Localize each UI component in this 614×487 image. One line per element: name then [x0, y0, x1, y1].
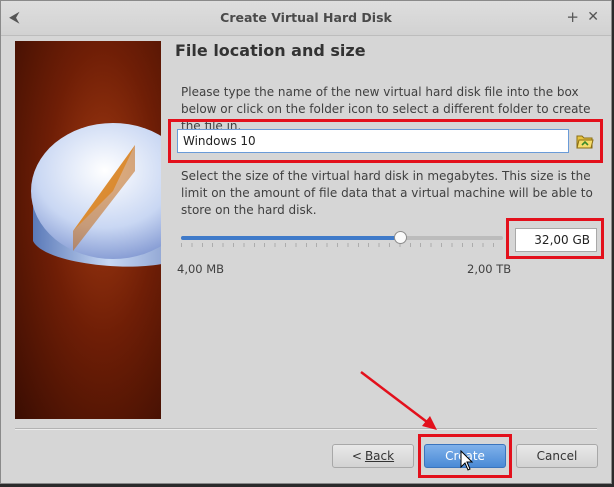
file-location-description: Please type the name of the new virtual …: [181, 85, 591, 133]
create-virtual-hard-disk-dialog: ⮜ Create Virtual Hard Disk + ✕ File loca…: [0, 0, 612, 484]
back-button[interactable]: < Back: [332, 444, 414, 468]
back-button-label: Back: [364, 449, 395, 463]
create-button[interactable]: Create: [424, 444, 506, 468]
size-description: Select the size of the virtual hard disk…: [181, 169, 593, 217]
folder-open-icon[interactable]: [575, 131, 595, 151]
cancel-button[interactable]: Cancel: [516, 444, 598, 468]
button-separator: [15, 428, 597, 430]
size-slider-fill: [181, 236, 400, 240]
hard-disk-pie-icon: [15, 41, 161, 419]
size-slider-track[interactable]: [181, 236, 503, 240]
title-bar[interactable]: ⮜ Create Virtual Hard Disk + ✕: [1, 1, 611, 36]
slider-min-label: 4,00 MB: [177, 262, 225, 276]
back-button-arrow: <: [351, 449, 362, 463]
slider-max-label: 2,00 TB: [467, 262, 512, 276]
maximize-icon[interactable]: +: [566, 9, 579, 25]
file-name-input[interactable]: [177, 129, 569, 153]
page-heading: File location and size: [175, 41, 366, 60]
size-slider-ticks: [181, 243, 503, 247]
close-icon[interactable]: ✕: [587, 9, 599, 25]
window-title: Create Virtual Hard Disk: [220, 10, 392, 25]
size-slider-handle[interactable]: [393, 231, 407, 244]
size-input[interactable]: [515, 228, 597, 252]
